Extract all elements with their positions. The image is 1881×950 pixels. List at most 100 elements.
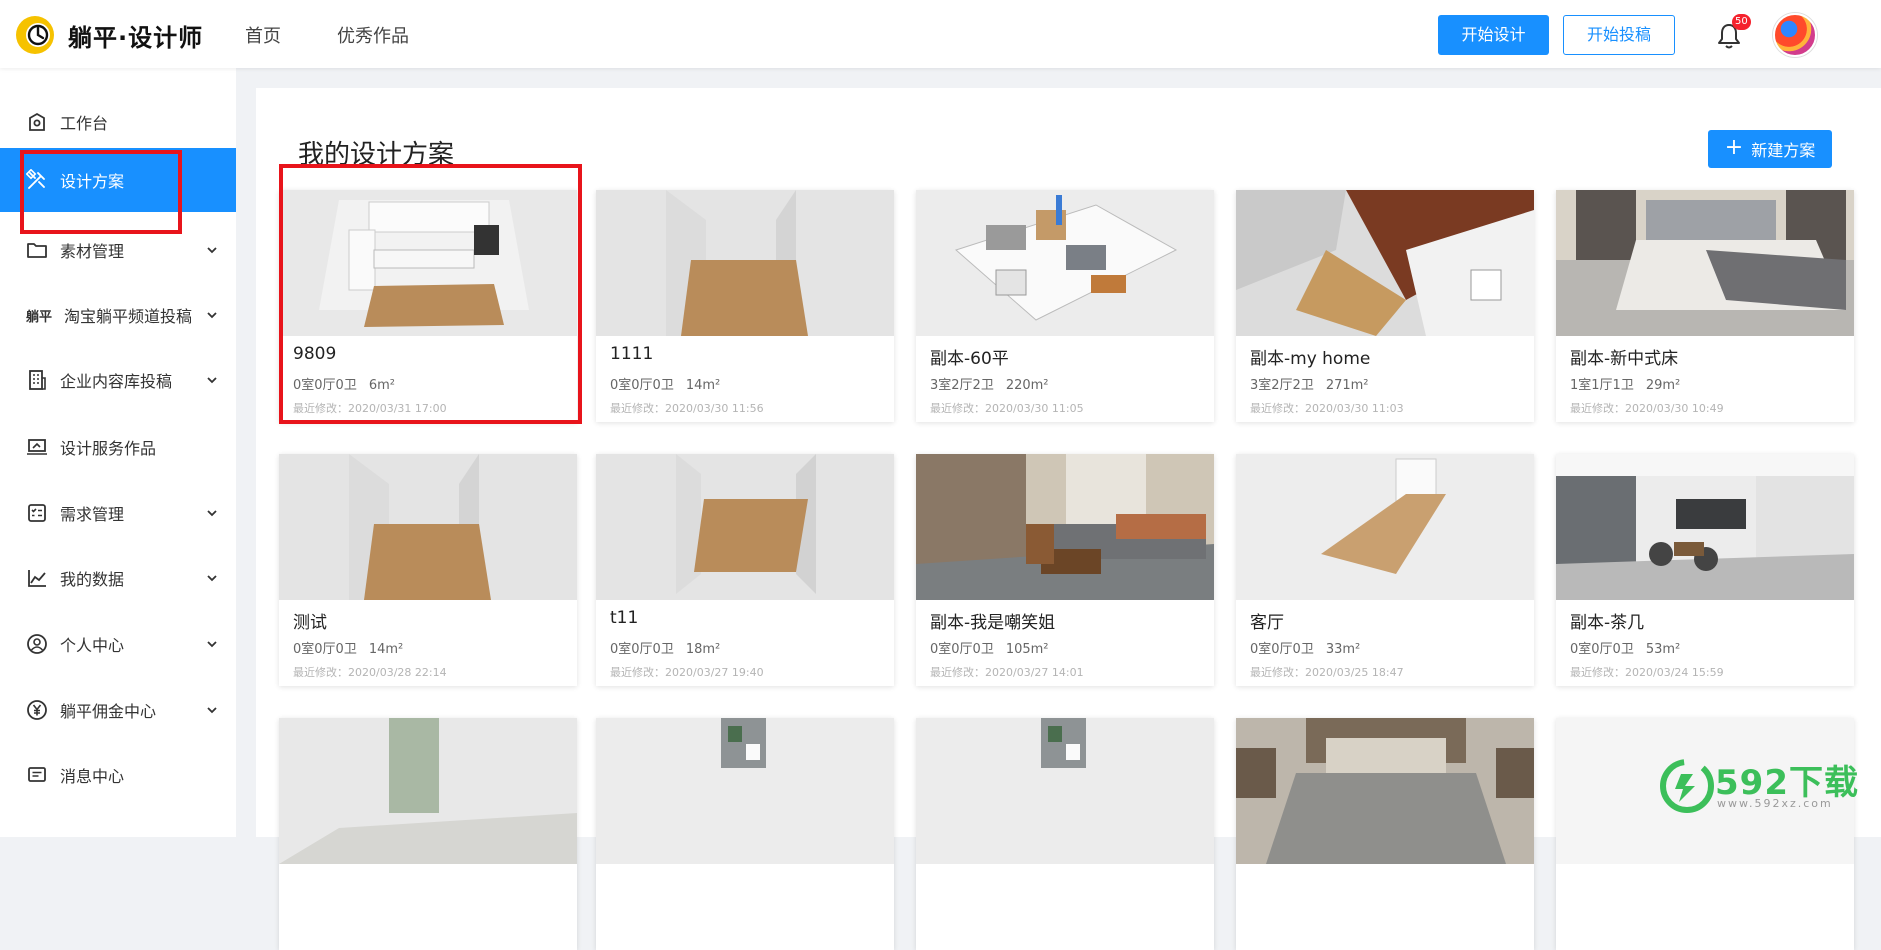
plan-modified-date: 最近修改：2020/03/24 15:59 [1570, 666, 1724, 679]
plan-area: 14m² [368, 642, 404, 657]
plan-thumbnail[interactable] [1236, 718, 1534, 864]
yen-icon [26, 699, 48, 721]
plan-name: 测试 [293, 613, 327, 633]
plan-card[interactable] [916, 718, 1214, 950]
plan-thumbnail[interactable] [1236, 454, 1534, 600]
plan-card[interactable] [596, 718, 894, 950]
plan-thumbnail[interactable] [1236, 190, 1534, 336]
plan-area: 105m² [1005, 642, 1049, 657]
plan-meta: 1室1厅1卫 29m² [1570, 374, 1680, 393]
start-design-button[interactable]: 开始设计 [1438, 15, 1549, 55]
sidebar-item-label: 设计服务作品 [60, 439, 157, 458]
plan-rooms: 0室0厅0卫 [610, 378, 674, 393]
sidebar-item-enterprise-submit[interactable]: 企业内容库投稿 [0, 349, 236, 411]
sidebar-item-profile[interactable]: 个人中心 [0, 613, 236, 675]
plan-card[interactable]: 测试 0室0厅0卫 14m² 最近修改：2020/03/28 22:14 [279, 454, 577, 686]
plan-thumbnail[interactable] [596, 718, 894, 864]
sidebar-item-taobao-submit[interactable]: 躺平 淘宝躺平频道投稿 [0, 284, 236, 346]
sidebar-item-commission[interactable]: 躺平佣金中心 [0, 679, 236, 741]
top-bar: 躺平·设计师 首页 优秀作品 开始设计 开始投稿 50 [0, 0, 1881, 68]
chevron-down-icon[interactable] [206, 374, 218, 386]
plan-card[interactable]: 客厅 0室0厅0卫 33m² 最近修改：2020/03/25 18:47 [1236, 454, 1534, 686]
sidebar-item-requirements[interactable]: 需求管理 [0, 482, 236, 544]
plan-name: t11 [610, 608, 639, 628]
folder-icon [26, 239, 48, 261]
plan-thumbnail[interactable] [916, 454, 1214, 600]
plan-meta: 3室2厅2卫 220m² [930, 374, 1049, 393]
chevron-down-icon[interactable] [206, 244, 218, 256]
plan-thumbnail[interactable] [916, 718, 1214, 864]
main-nav: 首页 优秀作品 [245, 22, 409, 48]
sidebar-item-label: 工作台 [60, 114, 109, 133]
plan-thumbnail[interactable] [596, 454, 894, 600]
plan-rooms: 0室0厅0卫 [610, 642, 674, 657]
plan-modified-date: 最近修改：2020/03/30 10:49 [1570, 402, 1724, 415]
chevron-down-icon[interactable] [206, 704, 218, 716]
plan-card[interactable]: 副本-my home 3室2厅2卫 271m² 最近修改：2020/03/30 1… [1236, 190, 1534, 422]
plan-name: 副本-my home [1250, 349, 1371, 369]
plan-rooms: 0室0厅0卫 [293, 642, 357, 657]
sidebar-item-label: 躺平佣金中心 [60, 702, 157, 721]
chevron-down-icon[interactable] [206, 638, 218, 650]
plan-area: 271m² [1325, 378, 1369, 393]
plan-card[interactable] [1236, 718, 1534, 950]
chevron-down-icon[interactable] [206, 507, 218, 519]
plan-rooms: 0室0厅0卫 [1570, 642, 1634, 657]
plan-area: 14m² [685, 378, 721, 393]
plan-rooms: 3室2厅2卫 [930, 378, 994, 393]
plan-meta [610, 902, 622, 917]
new-plan-label: 新建方案 [1751, 141, 1816, 160]
plan-meta: 0室0厅0卫 14m² [610, 374, 720, 393]
plus-icon: + [1724, 135, 1744, 160]
avatar[interactable] [1773, 13, 1817, 57]
start-submit-button[interactable]: 开始投稿 [1563, 15, 1675, 55]
new-plan-button[interactable]: + 新建方案 [1708, 130, 1832, 168]
plan-meta: 3室2厅2卫 271m² [1250, 374, 1369, 393]
plan-card[interactable]: 副本-60平 3室2厅2卫 220m² 最近修改：2020/03/30 11:05 [916, 190, 1214, 422]
sidebar-item-my-data[interactable]: 我的数据 [0, 547, 236, 609]
nav-featured-works[interactable]: 优秀作品 [337, 22, 409, 48]
plan-thumbnail[interactable] [596, 190, 894, 336]
plan-card[interactable]: 副本-茶几 0室0厅0卫 53m² 最近修改：2020/03/24 15:59 [1556, 454, 1854, 686]
highlight-box-card [279, 164, 582, 424]
plan-modified-date: 最近修改：2020/03/25 18:47 [1250, 666, 1404, 679]
plan-modified-date: 最近修改：2020/03/28 22:14 [293, 666, 447, 679]
plan-thumbnail[interactable] [916, 190, 1214, 336]
sidebar-item-label: 素材管理 [60, 242, 125, 261]
sidebar-item-label: 企业内容库投稿 [60, 372, 173, 391]
plan-card[interactable] [279, 718, 577, 950]
plan-thumbnail[interactable] [1556, 454, 1854, 600]
plan-thumbnail[interactable] [279, 718, 577, 864]
logo-text: 躺平·设计师 [68, 23, 204, 52]
chevron-down-icon[interactable] [206, 309, 218, 321]
plan-card[interactable]: 副本-新中式床 1室1厅1卫 29m² 最近修改：2020/03/30 10:49 [1556, 190, 1854, 422]
plan-thumbnail[interactable] [1556, 190, 1854, 336]
sidebar-item-label: 个人中心 [60, 636, 125, 655]
plan-name: 副本-我是嘲笑姐 [930, 613, 1056, 633]
watermark-url: www.592xz.com [1717, 797, 1833, 810]
plan-card[interactable]: 副本-我是嘲笑姐 0室0厅0卫 105m² 最近修改：2020/03/27 14:… [916, 454, 1214, 686]
plan-card[interactable]: t11 0室0厅0卫 18m² 最近修改：2020/03/27 19:40 [596, 454, 894, 686]
plan-thumbnail[interactable] [279, 454, 577, 600]
plan-meta: 0室0厅0卫 105m² [930, 638, 1049, 657]
chevron-down-icon[interactable] [206, 572, 218, 584]
plan-rooms: 3室2厅2卫 [1250, 378, 1314, 393]
plan-card[interactable]: 1111 0室0厅0卫 14m² 最近修改：2020/03/30 11:56 [596, 190, 894, 422]
plan-area: 220m² [1005, 378, 1049, 393]
sidebar-item-messages[interactable]: 消息中心 [0, 744, 236, 806]
plan-meta [930, 902, 942, 917]
brand-logo: 躺平 [26, 309, 53, 325]
highlight-box-sidebar [20, 150, 182, 234]
plan-modified-date: 最近修改：2020/03/27 19:40 [610, 666, 764, 679]
plan-modified-date: 最近修改：2020/03/30 11:03 [1250, 402, 1404, 415]
plan-area: 53m² [1645, 642, 1681, 657]
plan-name: 副本-茶几 [1570, 613, 1645, 633]
sidebar-item-workbench[interactable]: 工作台 [0, 91, 236, 153]
plan-meta [1250, 902, 1262, 917]
notification-badge: 50 [1732, 14, 1751, 30]
nav-home[interactable]: 首页 [245, 22, 281, 48]
logo[interactable]: 躺平·设计师 [14, 13, 203, 57]
message-icon [26, 764, 48, 786]
home-icon [26, 111, 48, 133]
sidebar-item-design-services[interactable]: 设计服务作品 [0, 416, 236, 478]
